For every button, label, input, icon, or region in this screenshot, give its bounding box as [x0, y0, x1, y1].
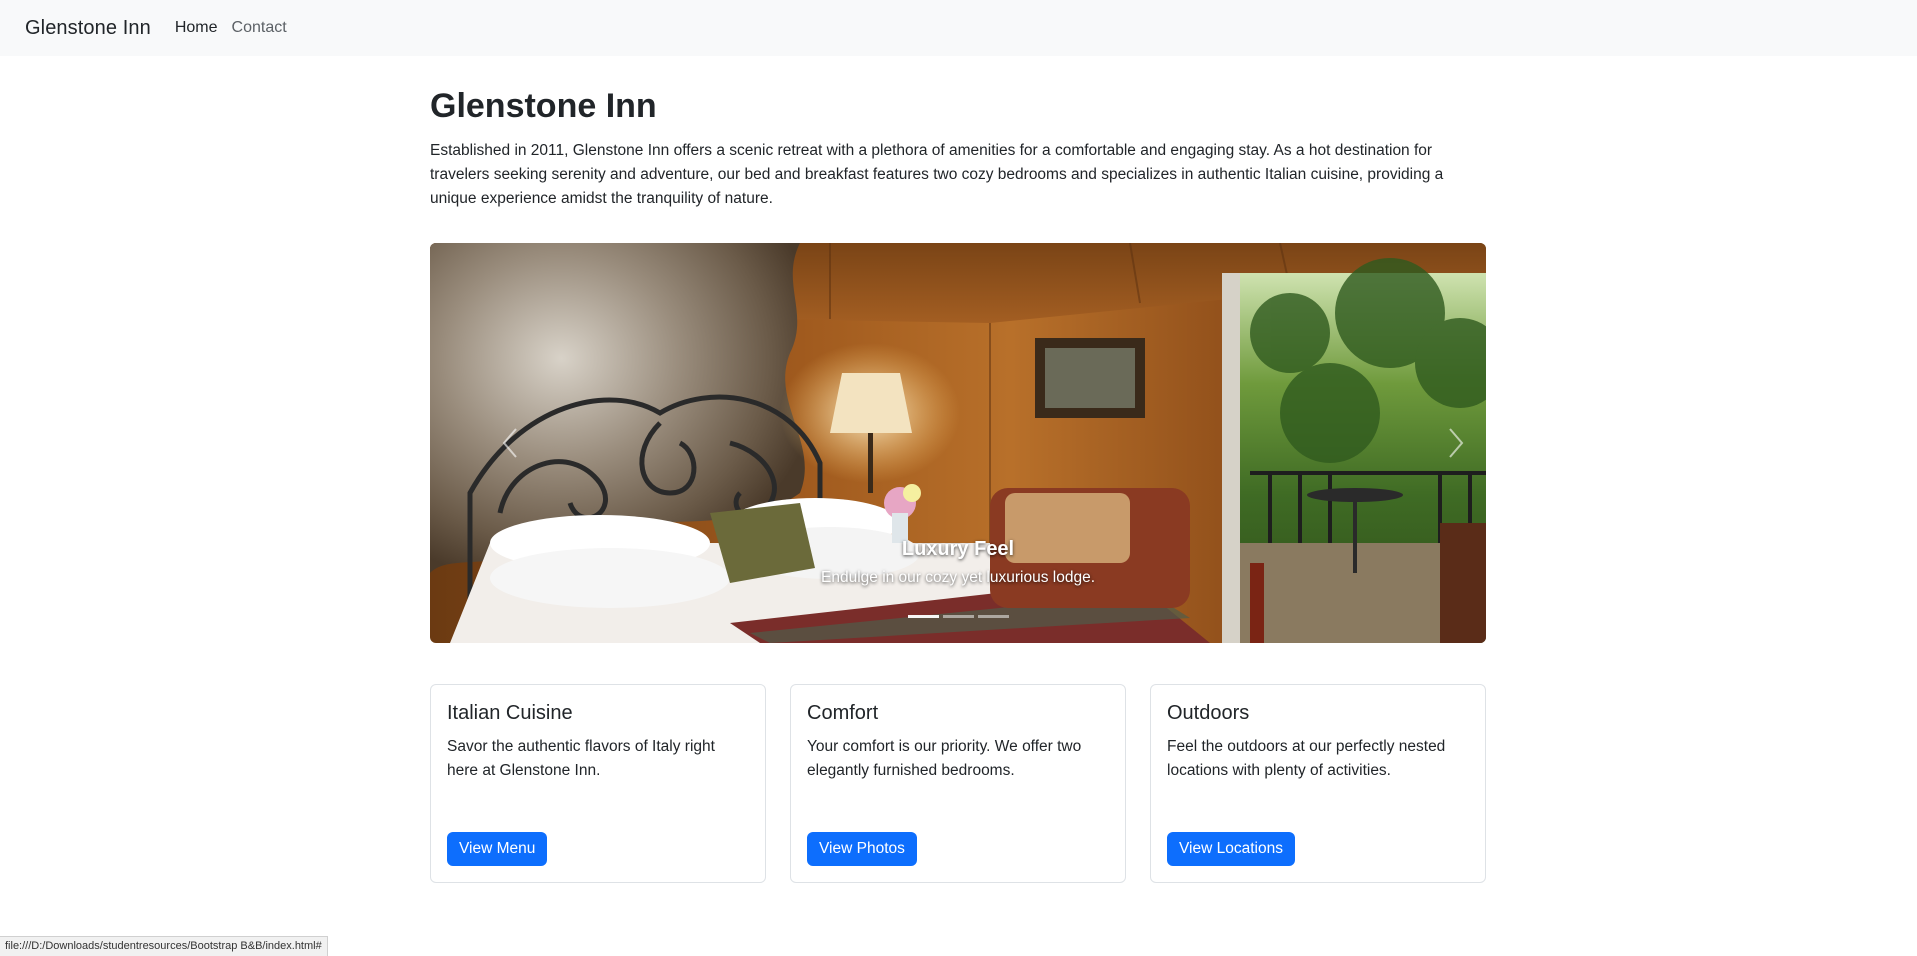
view-photos-button[interactable]: View Photos: [807, 832, 917, 866]
card-text: Your comfort is our priority. We offer t…: [807, 738, 1082, 779]
carousel-caption: Luxury Feel Endulge in our cozy yet luxu…: [430, 538, 1486, 587]
card-text: Feel the outdoors at our perfectly neste…: [1167, 738, 1446, 779]
card-outdoors: Outdoors Feel the outdoors at our perfec…: [1150, 684, 1486, 883]
carousel-caption-text: Endulge in our cozy yet luxurious lodge.: [821, 569, 1095, 586]
page-title: Glenstone Inn: [430, 87, 657, 125]
carousel-next-button[interactable]: [1426, 413, 1486, 473]
card-italian-cuisine: Italian Cuisine Savor the authentic flav…: [430, 684, 766, 883]
carousel-indicator-3[interactable]: [977, 615, 1009, 618]
carousel-indicators: [430, 615, 1486, 618]
card-text: Savor the authentic flavors of Italy rig…: [447, 738, 715, 779]
carousel-prev-button[interactable]: [480, 413, 540, 473]
navbar-brand[interactable]: Glenstone Inn: [25, 17, 151, 40]
navbar: Glenstone Inn Home Contact: [0, 0, 1917, 56]
browser-status-url: file:///D:/Downloads/studentresources/Bo…: [0, 936, 328, 956]
intro-paragraph: Established in 2011, Glenstone Inn offer…: [430, 141, 1444, 207]
nav-link-home[interactable]: Home: [175, 19, 218, 37]
main-content: Glenstone Inn Established in 2011, Glens…: [430, 56, 1486, 883]
carousel-caption-title: Luxury Feel: [901, 538, 1015, 560]
carousel-indicator-1[interactable]: [907, 615, 939, 618]
chevron-right-icon: [1449, 428, 1464, 458]
card-title: Outdoors: [1167, 702, 1250, 724]
view-locations-button[interactable]: View Locations: [1167, 832, 1295, 866]
card-title: Comfort: [807, 702, 879, 724]
carousel-indicator-2[interactable]: [942, 615, 974, 618]
nav-link-contact[interactable]: Contact: [232, 19, 287, 37]
chevron-left-icon: [502, 428, 517, 458]
view-menu-button[interactable]: View Menu: [447, 832, 548, 866]
feature-cards: Italian Cuisine Savor the authentic flav…: [430, 684, 1486, 883]
image-carousel: Luxury Feel Endulge in our cozy yet luxu…: [430, 243, 1486, 643]
card-title: Italian Cuisine: [447, 702, 573, 724]
card-comfort: Comfort Your comfort is our priority. We…: [790, 684, 1126, 883]
